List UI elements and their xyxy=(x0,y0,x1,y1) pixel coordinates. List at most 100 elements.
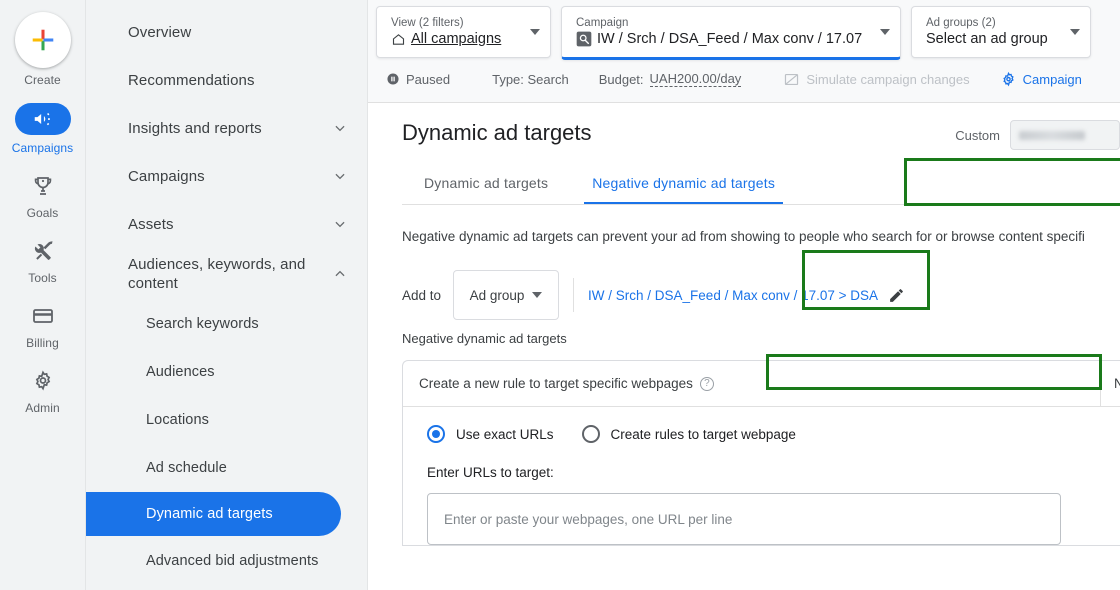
radio-use-exact-urls[interactable]: Use exact URLs xyxy=(427,425,554,443)
rule-builder-title: Create a new rule to target specific web… xyxy=(419,376,693,391)
sidebar-item-campaigns[interactable]: Campaigns xyxy=(86,152,367,200)
chevron-down-icon xyxy=(335,173,345,180)
budget-info: Budget: UAH200.00/day xyxy=(599,71,742,87)
date-range-control[interactable]: Custom xyxy=(955,120,1120,150)
tab-negative-dynamic-ad-targets[interactable]: Negative dynamic ad targets xyxy=(570,175,797,205)
sidebar-item-audiences-keywords-content[interactable]: Audiences, keywords, and content xyxy=(86,248,367,300)
scope-selectors: View (2 filters) All campaigns Campaign xyxy=(368,0,1120,60)
sidebar-item-search-keywords[interactable]: Search keywords xyxy=(86,300,367,348)
budget-value[interactable]: UAH200.00/day xyxy=(649,71,742,87)
view-selector-label: View (2 filters) xyxy=(391,16,464,29)
admin-icon-wrap xyxy=(15,366,71,396)
rail-label-admin: Admin xyxy=(25,401,60,415)
rail-item-admin[interactable]: Admin xyxy=(0,366,86,415)
sidebar-label-search-keywords: Search keywords xyxy=(146,316,259,332)
urls-field-label: Enter URLs to target: xyxy=(427,465,554,480)
campaign-selector-inner: Campaign IW / Srch / DSA_Feed / Max conv… xyxy=(576,16,874,49)
page-header: Dynamic ad targets Custom xyxy=(368,103,1120,150)
campaign-selector[interactable]: Campaign IW / Srch / DSA_Feed / Max conv… xyxy=(561,6,901,60)
radio-label-create-rules: Create rules to target webpage xyxy=(610,426,796,442)
sidebar-label-audiences-keywords-content: Audiences, keywords, and content xyxy=(128,256,306,292)
campaign-settings-link[interactable]: Campaign xyxy=(1000,71,1082,88)
tools-icon-wrap xyxy=(15,236,71,266)
view-selector[interactable]: View (2 filters) All campaigns xyxy=(376,6,551,58)
rail-label-campaigns: Campaigns xyxy=(11,141,74,155)
sidebar-item-ad-schedule[interactable]: Ad schedule xyxy=(86,444,367,492)
simulate-label: Simulate campaign changes xyxy=(806,71,970,87)
chevron-up-icon xyxy=(335,270,345,277)
goals-icon-wrap xyxy=(15,171,71,201)
page-title: Dynamic ad targets xyxy=(402,120,592,145)
rule-builder-card: Create a new rule to target specific web… xyxy=(402,360,1120,546)
view-selector-value: All campaigns xyxy=(411,30,502,47)
urls-input-placeholder: Enter or paste your webpages, one URL pe… xyxy=(444,511,733,527)
campaigns-pill xyxy=(14,103,71,135)
sidebar-label-insights: Insights and reports xyxy=(128,119,262,137)
tab-label-dynamic-ad-targets: Dynamic ad targets xyxy=(424,175,549,191)
campaign-meta-bar: Paused Type: Search Budget: UAH200.00/da… xyxy=(368,62,1120,96)
search-icon xyxy=(576,31,592,47)
sidebar-item-assets[interactable]: Assets xyxy=(86,200,367,248)
date-range-redacted-value xyxy=(1019,130,1085,140)
page-description: Negative dynamic ad targets can prevent … xyxy=(402,229,1085,244)
main-content: View (2 filters) All campaigns Campaign xyxy=(368,0,1120,590)
add-to-row: Add to Ad group IW / Srch / DSA_Feed / M… xyxy=(402,269,1120,321)
rail-item-campaigns[interactable]: Campaigns xyxy=(0,103,86,155)
add-to-scope-dropdown[interactable]: Ad group xyxy=(453,270,560,320)
sidebar-label-overview: Overview xyxy=(128,23,192,41)
rule-builder-column-header-text: Non xyxy=(1114,376,1120,391)
rail-label-billing: Billing xyxy=(26,336,59,350)
sidebar-item-overview[interactable]: Overview xyxy=(86,8,367,56)
top-toolbar: View (2 filters) All campaigns Campaign xyxy=(368,0,1120,103)
add-to-label: Add to xyxy=(402,287,442,303)
chevron-down-icon[interactable] xyxy=(880,29,890,35)
rail-item-create[interactable]: Create xyxy=(0,12,86,87)
adgroup-selector[interactable]: Ad groups (2) Select an ad group xyxy=(911,6,1091,58)
sidebar-label-recommendations: Recommendations xyxy=(128,71,255,89)
divider xyxy=(573,278,575,312)
radio-label-use-exact-urls: Use exact URLs xyxy=(456,426,554,442)
tab-dynamic-ad-targets[interactable]: Dynamic ad targets xyxy=(402,175,570,205)
chevron-down-icon[interactable] xyxy=(530,29,540,35)
date-range-label: Custom xyxy=(955,127,1000,143)
rule-builder-body: Use exact URLs Create rules to target we… xyxy=(403,407,1120,545)
campaign-settings-label: Campaign xyxy=(1022,71,1082,87)
simulate-campaign-changes-button: Simulate campaign changes xyxy=(783,71,970,88)
date-range-chip[interactable] xyxy=(1010,120,1120,150)
breadcrumb[interactable]: IW / Srch / DSA_Feed / Max conv / 17.07 … xyxy=(588,287,905,304)
chevron-down-icon xyxy=(335,221,345,228)
sidebar-item-audiences[interactable]: Audiences xyxy=(86,348,367,396)
rail-label-tools: Tools xyxy=(28,271,57,285)
sidebar-item-dynamic-ad-targets[interactable]: Dynamic ad targets xyxy=(86,492,341,536)
rail-item-billing[interactable]: Billing xyxy=(0,301,86,350)
tab-bar: Dynamic ad targets Negative dynamic ad t… xyxy=(368,155,1120,205)
radio-create-rules-to-target-webpage[interactable]: Create rules to target webpage xyxy=(581,425,796,443)
credit-card-icon xyxy=(32,309,53,323)
rail-item-tools[interactable]: Tools xyxy=(0,236,86,285)
breadcrumb-text: IW / Srch / DSA_Feed / Max conv / 17.07 … xyxy=(588,287,879,303)
campaign-selector-value-row: IW / Srch / DSA_Feed / Max conv / 17.07 xyxy=(576,30,874,49)
urls-input[interactable]: Enter or paste your webpages, one URL pe… xyxy=(427,493,1061,545)
rule-builder-header: Create a new rule to target specific web… xyxy=(403,360,1120,407)
pause-circle-icon xyxy=(387,73,399,85)
sidebar-item-insights-and-reports[interactable]: Insights and reports xyxy=(86,104,367,152)
radio-indicator-selected xyxy=(427,425,445,443)
rail-label-goals: Goals xyxy=(26,206,59,220)
targeting-mode-radio-group: Use exact URLs Create rules to target we… xyxy=(427,425,1120,443)
chevron-down-icon[interactable] xyxy=(1070,29,1080,35)
section-label: Negative dynamic ad targets xyxy=(402,331,567,346)
sidebar-label-campaigns: Campaigns xyxy=(128,167,205,185)
sidebar-item-locations[interactable]: Locations xyxy=(86,396,367,444)
chevron-down-icon xyxy=(532,292,543,298)
plus-icon xyxy=(32,29,53,51)
pencil-icon[interactable] xyxy=(888,287,905,304)
help-circle-icon[interactable]: ? xyxy=(699,376,714,391)
sidebar-label-audiences: Audiences xyxy=(146,364,215,380)
megaphone-icon xyxy=(34,112,50,126)
content-panel: Negative dynamic ad targets can prevent … xyxy=(402,205,1120,590)
sidebar-item-recommendations[interactable]: Recommendations xyxy=(86,56,367,104)
sidebar-item-advanced-bid-adjustments[interactable]: Advanced bid adjustments xyxy=(86,536,367,586)
sidebar-nav: Overview Recommendations Insights and re… xyxy=(86,0,368,590)
rail-item-goals[interactable]: Goals xyxy=(0,171,86,220)
view-selector-value-row: All campaigns xyxy=(391,30,524,49)
